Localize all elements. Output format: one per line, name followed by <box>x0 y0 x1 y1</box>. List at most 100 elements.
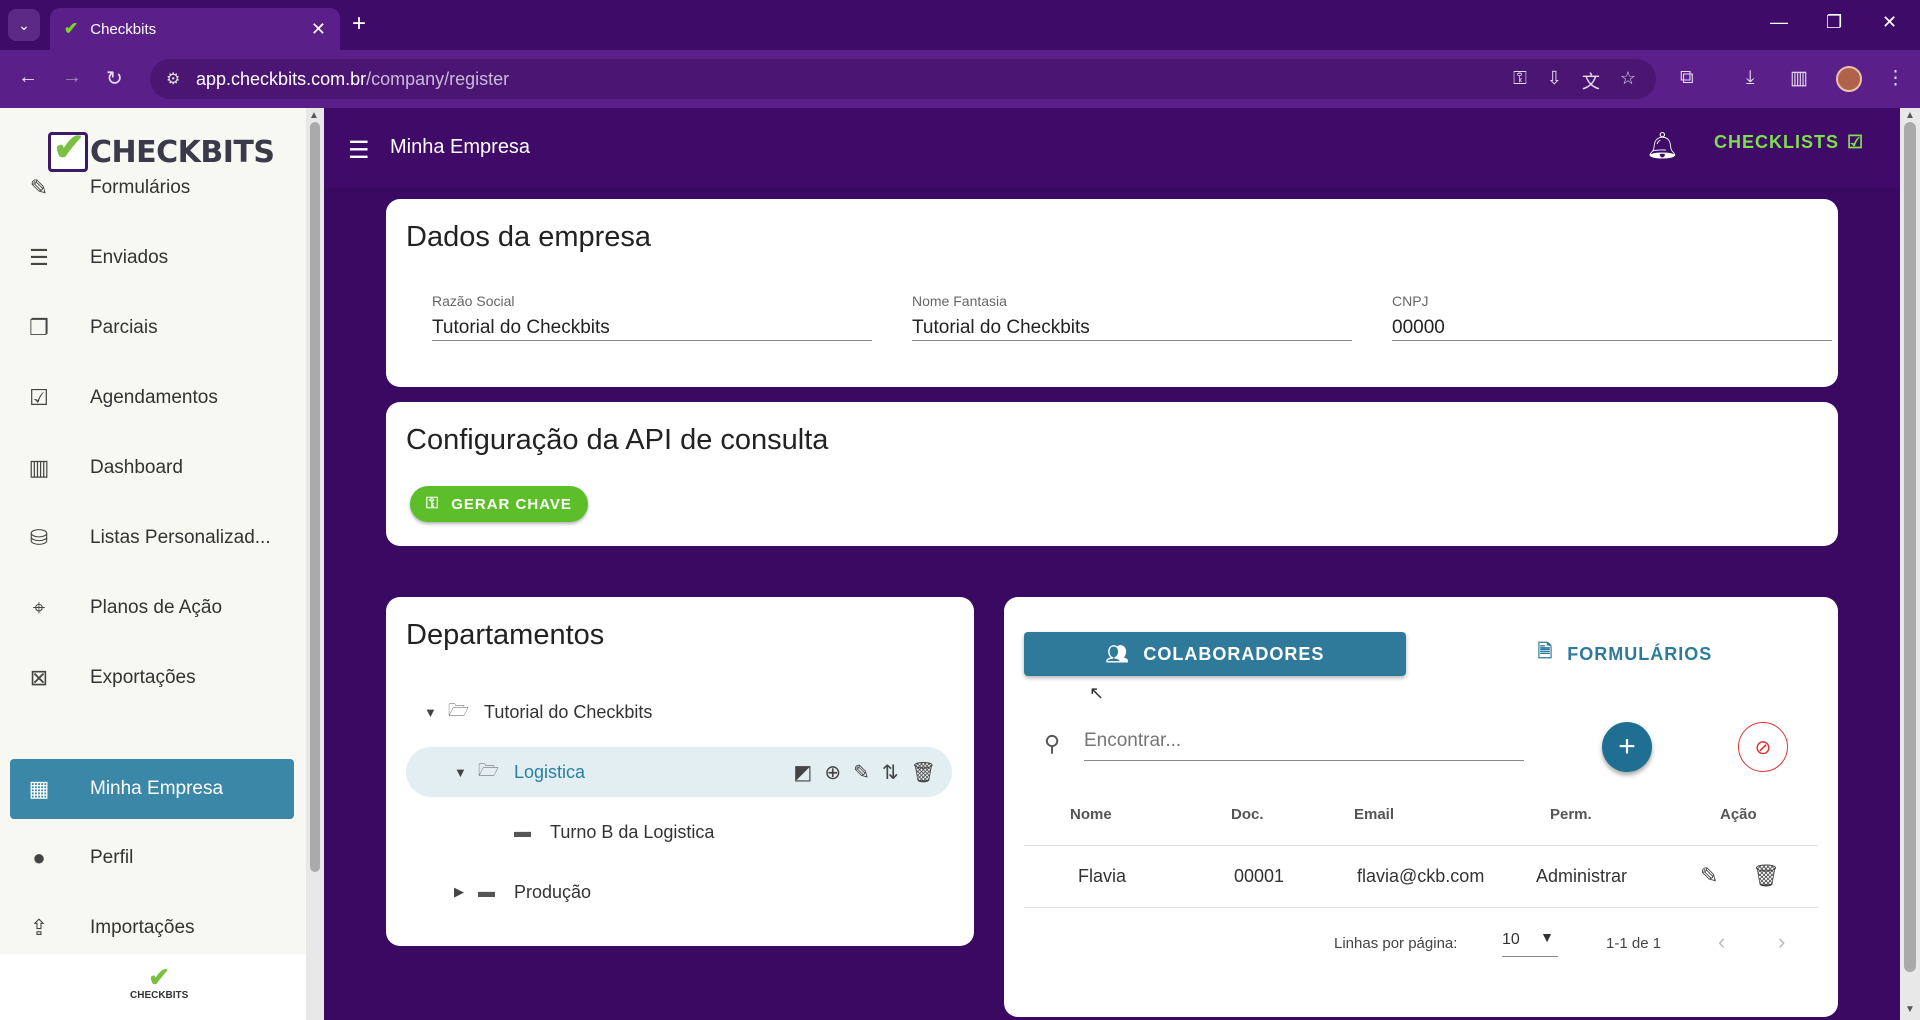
next-page-icon[interactable]: › <box>1778 929 1785 955</box>
profile-avatar[interactable] <box>1836 66 1862 92</box>
tab-colaboradores[interactable]: 👥︎ COLABORADORES <box>1024 632 1406 676</box>
sidebar-item-exportacoes[interactable]: ⊠ Exportações <box>10 648 294 708</box>
cell-email: flavia@ckb.com <box>1357 866 1485 886</box>
tree-node-producao[interactable]: ▶ ▬ Produção <box>454 867 854 917</box>
caret-right-icon[interactable]: ▶ <box>454 884 478 900</box>
forward-icon[interactable]: → <box>62 66 82 89</box>
calendar-check-icon: ☑ <box>29 385 49 410</box>
menu-icon[interactable]: ☰ <box>348 136 370 165</box>
sidebar-item-planos[interactable]: ⌖ Planos de Ação <box>10 578 294 638</box>
sidebar-item-perfil[interactable]: ● Perfil <box>10 828 294 888</box>
notifications-bell-icon[interactable]: 🔔︎ <box>1646 130 1679 161</box>
site-info-icon[interactable]: ⚙ <box>166 69 180 89</box>
footer-logo-check-icon: ✔ <box>148 962 171 992</box>
sidebar-item-label: Agendamentos <box>90 387 218 408</box>
prev-page-icon[interactable]: ‹ <box>1718 929 1725 955</box>
blocked-users-button[interactable]: ⊘ <box>1738 722 1788 772</box>
sidebar-scrollbar[interactable]: ▲ <box>306 108 324 1020</box>
checklists-link[interactable]: CHECKLISTS ☑ <box>1714 132 1864 153</box>
sidebar-item-agendamentos[interactable]: ☑ Agendamentos <box>10 368 294 428</box>
nome-fantasia-field[interactable]: Nome Fantasia Tutorial do Checkbits <box>912 293 1352 341</box>
sidebar-item-parciais[interactable]: ❐ Parciais <box>10 298 294 358</box>
browser-menu-icon[interactable]: ⋮ <box>1886 67 1905 90</box>
move-icon[interactable]: ⇅ <box>882 760 899 785</box>
departments-title: Departamentos <box>406 619 605 651</box>
add-circle-icon[interactable]: ⊕ <box>824 760 841 785</box>
nome-fantasia-label: Nome Fantasia <box>912 293 1007 309</box>
razao-social-field[interactable]: Razão Social Tutorial do Checkbits <box>432 293 872 341</box>
translate-icon[interactable]: 文 <box>1582 68 1600 94</box>
sidebar-item-enviados[interactable]: ☰ Enviados <box>10 228 294 288</box>
col-header-doc[interactable]: Doc. <box>1231 806 1264 823</box>
url-path: /company/register <box>366 68 510 89</box>
edit-circle-icon[interactable]: ✎ <box>853 760 870 785</box>
sidebar-item-label: Enviados <box>90 247 169 268</box>
nome-fantasia-value: Tutorial do Checkbits <box>912 317 1090 338</box>
side-panel-icon[interactable]: ▥ <box>1790 67 1808 90</box>
api-config-card: Configuração da API de consulta ⚿ GERAR … <box>386 402 1838 546</box>
company-data-card: Dados da empresa Razão Social Tutorial d… <box>386 199 1838 387</box>
sidebar-item-listas[interactable]: ⛁ Listas Personalizad... <box>10 508 294 568</box>
new-tab-icon[interactable]: + <box>352 10 366 38</box>
downloads-icon[interactable]: ⤓ <box>1746 67 1754 89</box>
tree-node-logistica[interactable]: ▼ 🗁︎ Logistica ◩ ⊕ ✎ ⇅ 🗑︎ <box>406 747 952 797</box>
sent-list-icon: ☰ <box>29 245 49 270</box>
main-scrollbar[interactable]: ▲ ▼ <box>1900 108 1920 1020</box>
reload-icon[interactable]: ↻ <box>106 66 123 91</box>
excel-file-icon: ⊠ <box>29 665 49 690</box>
sidebar-item-importacoes[interactable]: ⇪ Importações <box>10 898 294 958</box>
tab-formularios[interactable]: 🗎︎ FORMULÁRIOS <box>1434 632 1816 676</box>
browser-tab[interactable]: ✔ Checkbits ✕ <box>50 8 340 50</box>
sidebar-item-dashboard[interactable]: ▥ Dashboard <box>10 438 294 498</box>
caret-down-icon[interactable]: ▼ <box>424 705 448 720</box>
back-icon[interactable]: ← <box>18 66 38 89</box>
rows-per-page-label: Linhas por página: <box>1334 935 1458 952</box>
col-header-nome[interactable]: Nome <box>1070 806 1112 823</box>
bookmark-star-icon[interactable]: ☆ <box>1620 68 1636 94</box>
window-close-icon[interactable]: ✕ <box>1882 12 1897 33</box>
folder-open-icon: 🗁︎ <box>478 760 500 780</box>
sidebar-footer: ✔ CHECKBITS <box>0 954 306 1020</box>
sidebar-item-minha-empresa[interactable]: ▦ Minha Empresa <box>10 759 294 819</box>
address-bar[interactable]: ⚙ app.checkbits.com.br/company/register … <box>150 59 1656 99</box>
scroll-down-icon[interactable]: ▼ <box>1905 1004 1915 1015</box>
col-header-perm[interactable]: Perm. <box>1550 806 1592 823</box>
delete-row-icon[interactable]: 🗑︎ <box>1752 863 1780 889</box>
caret-down-icon[interactable]: ▼ <box>454 765 478 780</box>
password-key-icon[interactable]: ⚿ <box>1513 68 1527 94</box>
page-title: Minha Empresa <box>390 136 531 158</box>
scroll-up-icon[interactable]: ▲ <box>309 110 319 121</box>
tree-node-root[interactable]: ▼ 🗁︎ Tutorial do Checkbits <box>424 687 924 737</box>
cell-name: Flavia <box>1078 866 1127 886</box>
scroll-up-icon[interactable]: ▲ <box>1905 110 1915 121</box>
edit-row-icon[interactable]: ✎ <box>1700 863 1718 889</box>
tab-search-button[interactable]: ⌄ <box>8 9 40 41</box>
rows-per-page-select[interactable]: 10 ▼ <box>1502 929 1558 957</box>
checkbits-favicon-icon: ✔ <box>64 19 79 38</box>
col-header-email[interactable]: Email <box>1354 806 1394 823</box>
cnpj-field[interactable]: CNPJ 00000 <box>1392 293 1832 341</box>
cell-perm: Administrar <box>1536 866 1628 886</box>
rows-per-page-value: 10 <box>1502 931 1520 948</box>
install-app-icon[interactable]: ⇩ <box>1547 68 1562 94</box>
sidebar-item-formularios[interactable]: ✎ Formulários <box>10 158 294 218</box>
sidebar-item-label: Parciais <box>90 317 158 338</box>
extensions-icon[interactable]: ⧉ <box>1680 67 1694 89</box>
main-scroll-thumb[interactable] <box>1904 122 1916 972</box>
tab-title: Checkbits <box>90 20 157 38</box>
sidebar-scroll-thumb[interactable] <box>310 122 320 872</box>
add-collaborator-button[interactable]: + <box>1602 722 1652 772</box>
restore-icon[interactable]: ❐ <box>1826 12 1842 33</box>
sidebar-item-label: Planos de Ação <box>90 597 223 618</box>
delete-icon[interactable]: 🗑︎ <box>911 760 936 785</box>
building-icon: ▦ <box>28 776 50 801</box>
tree-node-label: Logistica <box>514 761 586 782</box>
search-input[interactable] <box>1084 721 1524 761</box>
tab-close-icon[interactable]: ✕ <box>311 19 326 40</box>
rename-icon[interactable]: ◩ <box>793 760 812 785</box>
minimize-icon[interactable]: — <box>1770 12 1788 33</box>
tree-node-turno-b[interactable]: ▬ Turno B da Logistica <box>514 807 914 857</box>
generate-key-button[interactable]: ⚿ GERAR CHAVE <box>410 486 588 522</box>
sidebar: ✔ CHECKBITS ✎ Formulários ☰ Enviados ❐ P… <box>0 108 306 1020</box>
folder-icon: ▬ <box>478 882 495 901</box>
